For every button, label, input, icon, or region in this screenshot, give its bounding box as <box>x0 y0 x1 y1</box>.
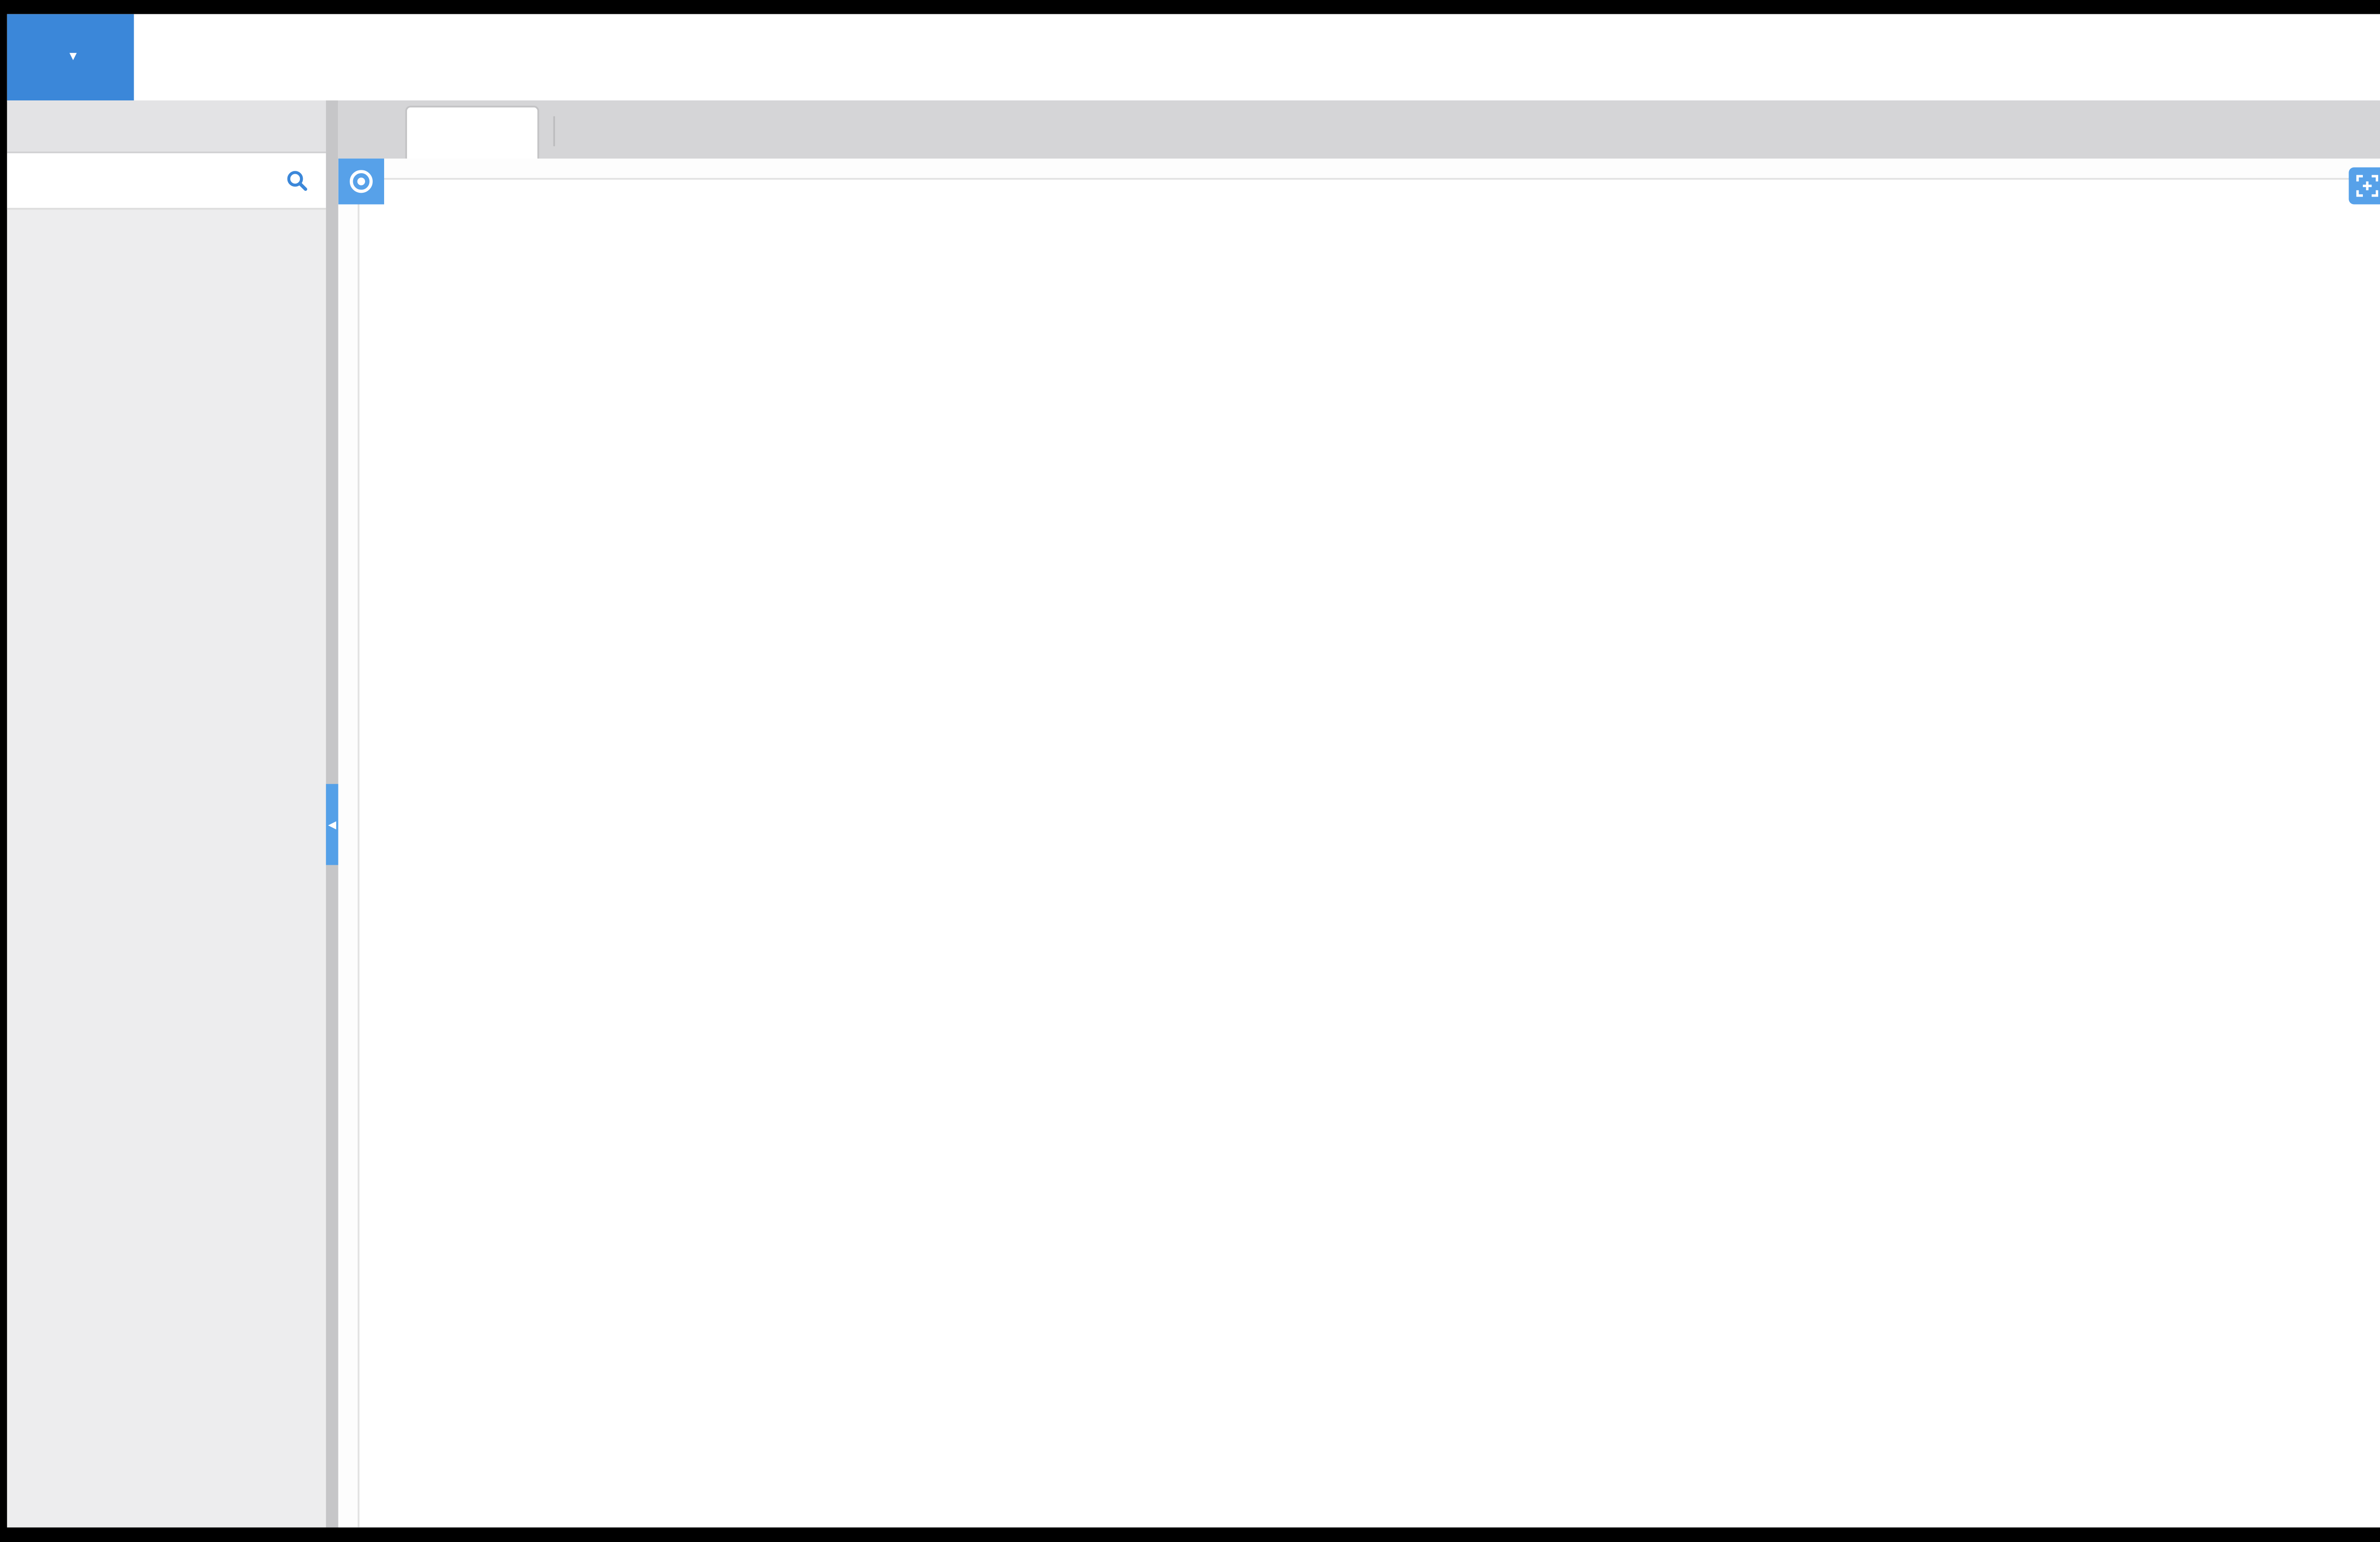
component-sidebar <box>7 100 326 1527</box>
tab-separator <box>553 116 555 146</box>
sidebar-tabs <box>7 100 326 153</box>
drawing-canvas[interactable] <box>357 178 2380 1528</box>
file-menu-button[interactable]: ▼ <box>7 14 134 100</box>
app-root: ▼ ◀ <box>7 14 2380 1528</box>
toolbar: ▼ <box>7 14 2380 102</box>
file-menu-caret-icon: ▼ <box>67 51 79 63</box>
search-icon[interactable] <box>286 169 308 192</box>
tab-document-active[interactable] <box>405 106 539 160</box>
component-category-list <box>7 210 326 224</box>
vertical-ruler <box>338 158 359 1527</box>
canvas-area[interactable] <box>338 100 2380 1527</box>
collapse-left-panel-handle[interactable]: ◀ <box>326 784 338 865</box>
sidebar-search <box>7 153 326 209</box>
document-tabbar <box>338 100 2380 160</box>
application-window: ▼ ◀ <box>0 0 2380 1542</box>
horizontal-ruler <box>357 158 2380 179</box>
search-input[interactable] <box>25 169 286 192</box>
add-tab-button[interactable] <box>352 111 387 149</box>
